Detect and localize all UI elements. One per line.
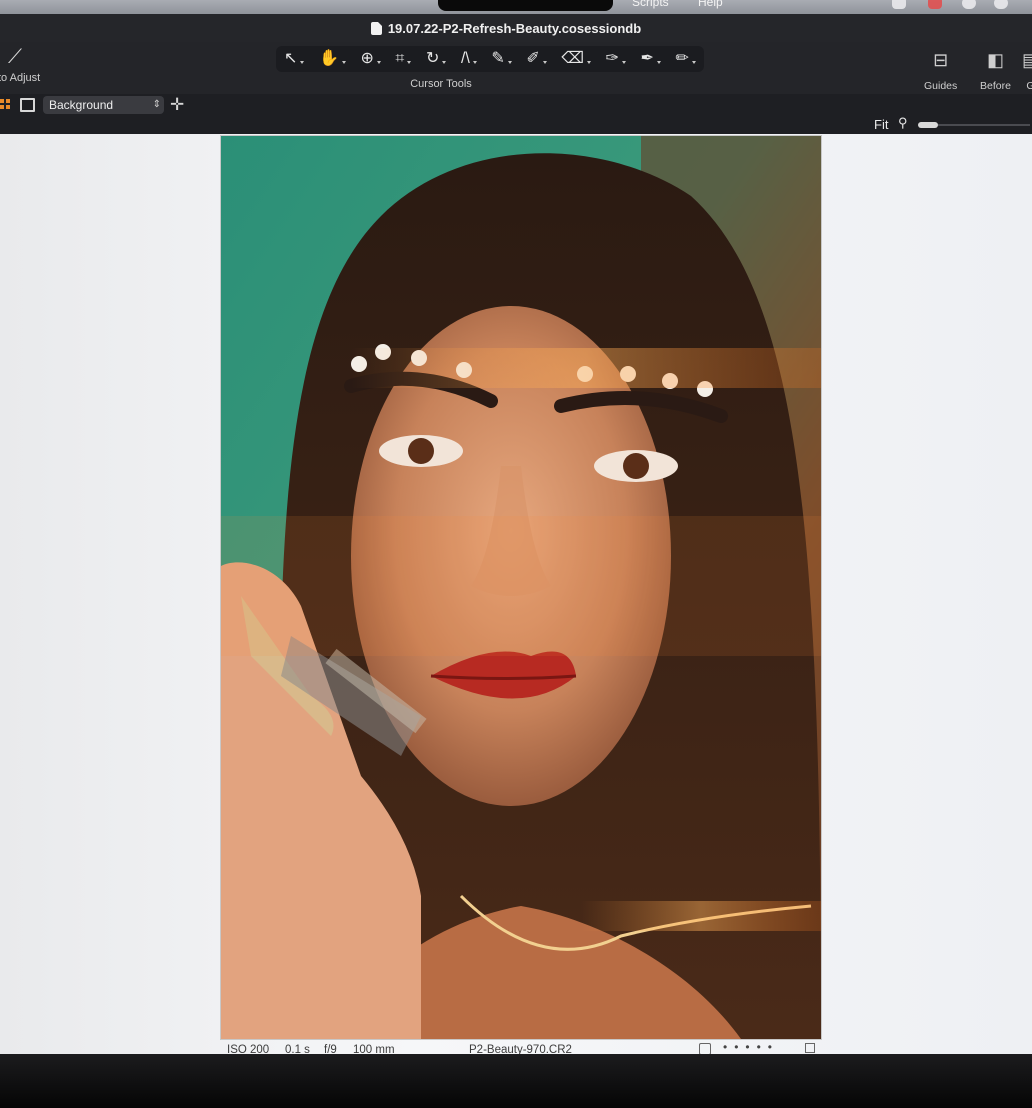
guides-button[interactable]: ⊟ Guides <box>924 50 957 94</box>
zoom-slider-track[interactable] <box>938 124 1030 126</box>
layer-selector[interactable]: Background ⇕ <box>43 96 164 114</box>
rotate-tool-icon[interactable]: ↻ <box>426 46 447 72</box>
dropbox-status-icon[interactable] <box>962 0 976 9</box>
cursor-tools-group: ↖ ✋ ⊕ ⌗ ↻ /\ ✎ ✐ ⌫ ✑ ✒ ✏ <box>276 46 704 72</box>
layer-bar: Background ⇕ ✛ <box>0 94 1032 116</box>
image-viewer[interactable]: ISO 200 0.1 s f/9 100 mm P2-Beauty-970.C… <box>0 134 1032 1068</box>
layer-selector-value: Background <box>49 98 114 112</box>
auto-adjust-label: to Adjust <box>0 72 41 84</box>
zoom-fit-label[interactable]: Fit <box>874 117 888 132</box>
guides-icon: ⊟ <box>933 50 949 70</box>
window-title: 19.07.22-P2-Refresh-Beauty.cosessiondb <box>387 20 642 36</box>
zoom-bar: Fit ⚲ <box>0 115 1032 134</box>
zoom-slider-handle[interactable] <box>918 122 938 128</box>
before-button[interactable]: ◧ Before <box>980 50 1011 94</box>
more-view-button[interactable]: ▤ G <box>1022 50 1032 94</box>
magic-wand-icon: ⟋ <box>8 46 22 68</box>
record-status-icon[interactable] <box>928 0 942 9</box>
multi-view-icon[interactable] <box>0 99 10 110</box>
menu-scripts[interactable]: Scripts <box>632 0 669 9</box>
keystone-tool-icon[interactable]: /\ <box>461 46 477 72</box>
beauty-portrait-image[interactable] <box>221 136 821 1039</box>
star-rating[interactable]: ••••• <box>723 1040 779 1054</box>
camera-notch <box>438 0 613 11</box>
color-tag-icon[interactable] <box>805 1043 815 1053</box>
before-label: Before <box>980 80 1011 92</box>
menu-help[interactable]: Help <box>698 0 723 9</box>
brush-tool-icon[interactable]: ✐ <box>526 46 548 72</box>
guides-label: Guides <box>924 80 958 92</box>
document-icon <box>370 21 382 35</box>
display-bezel <box>0 1054 1032 1108</box>
cursor-tools-label: Cursor Tools <box>410 78 472 90</box>
annotate-tool-icon[interactable]: ✏ <box>675 46 697 72</box>
crop-tool-icon[interactable]: ⌗ <box>395 46 412 72</box>
spot-removal-tool-icon[interactable]: ✎ <box>491 46 513 72</box>
eraser-tool-icon[interactable]: ⌫ <box>561 46 591 72</box>
macos-menubar: Scripts Help <box>0 0 1032 14</box>
auto-adjust-button[interactable]: ⟋ to Adjust <box>0 42 60 94</box>
title-bar: 19.07.22-P2-Refresh-Beauty.cosessiondb <box>0 14 1032 42</box>
screen-status-icon[interactable] <box>892 0 906 9</box>
more-view-label: G <box>1026 80 1032 92</box>
select-tool-icon[interactable]: ↖ <box>284 46 305 72</box>
capture-one-window: 19.07.22-P2-Refresh-Beauty.cosessiondb ⟋… <box>0 14 1032 1068</box>
picker-tool-icon[interactable]: ✒ <box>641 46 662 72</box>
before-after-icon: ◧ <box>986 50 1004 70</box>
add-layer-icon[interactable]: ✛ <box>170 94 184 116</box>
single-view-icon[interactable] <box>20 98 35 112</box>
gradient-tool-icon[interactable]: ✑ <box>606 46 627 72</box>
settings-status-icon[interactable] <box>994 0 1008 9</box>
view-tools-group: ⊟ Guides ◧ Before ▤ G <box>924 42 1032 94</box>
pan-tool-icon[interactable]: ✋ <box>319 46 346 72</box>
loupe-icon[interactable]: ⚲ <box>898 115 908 131</box>
grid-icon: ▤ <box>1022 50 1032 70</box>
zoom-tool-icon[interactable]: ⊕ <box>360 46 382 72</box>
main-toolbar: ⟋ to Adjust ↖ ✋ ⊕ ⌗ ↻ /\ ✎ ✐ ⌫ ✑ ✒ ✏ Cur… <box>0 42 1032 95</box>
updown-chevron-icon: ⇕ <box>152 99 161 110</box>
